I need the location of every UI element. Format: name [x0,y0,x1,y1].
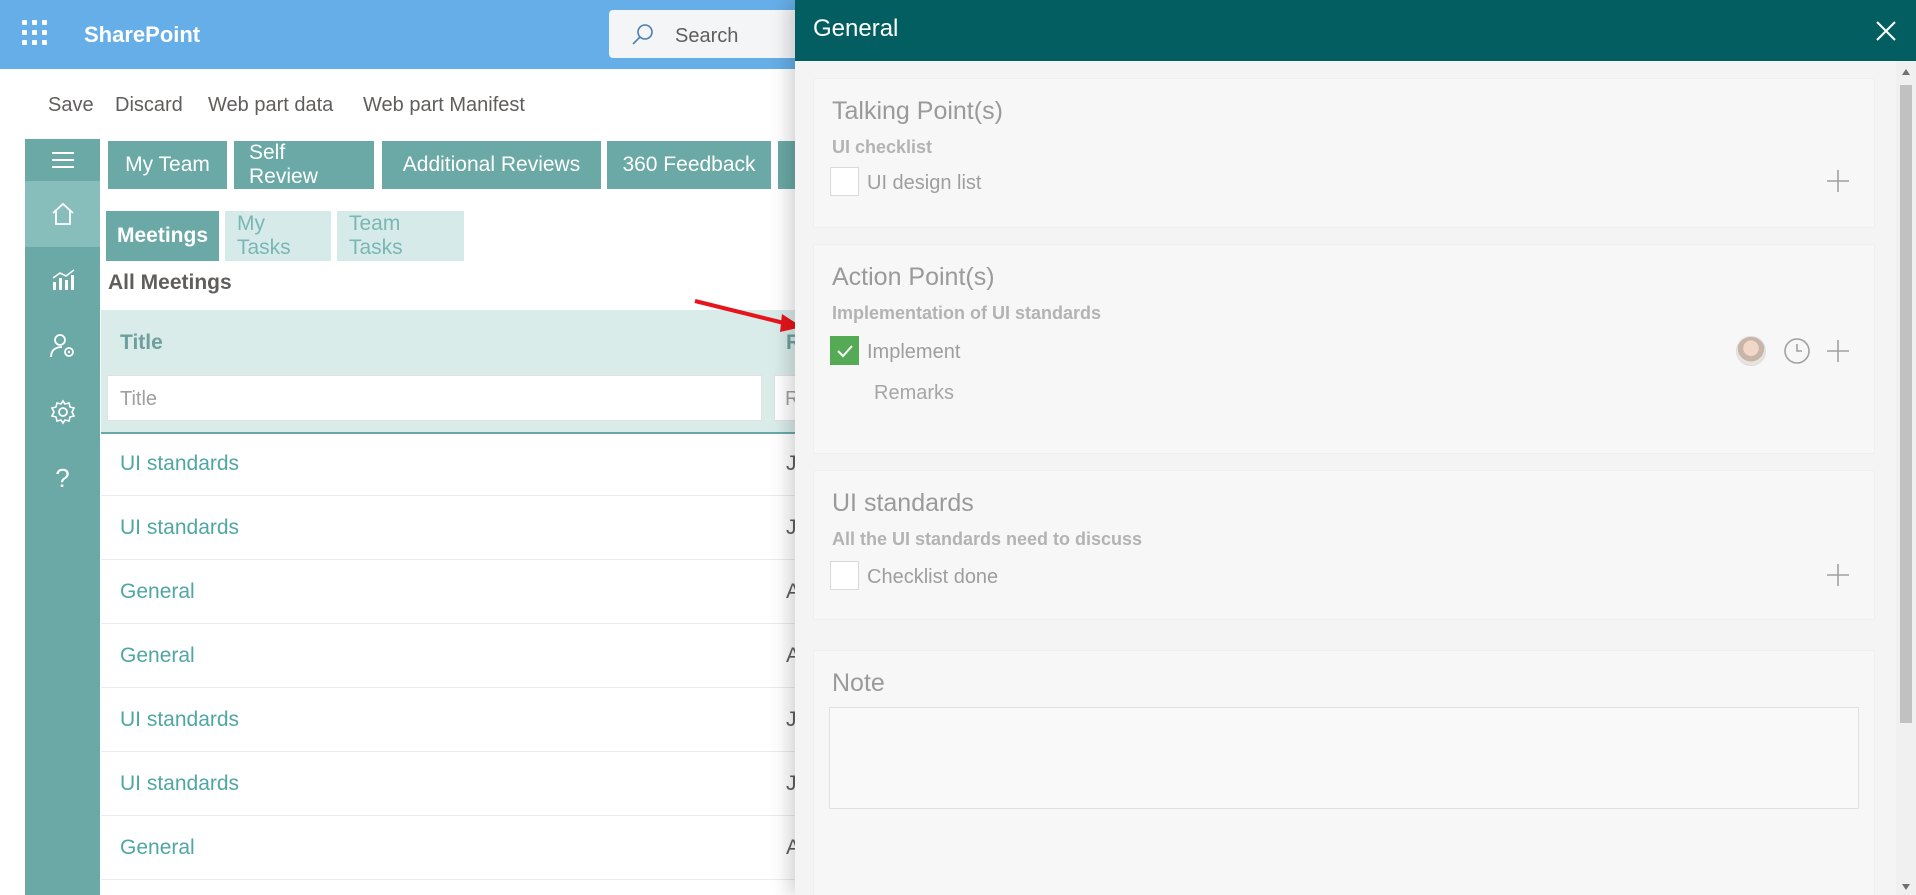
rail-item-user-settings[interactable] [25,313,100,379]
row-title-link[interactable]: UI standards [120,516,239,540]
talking-points-card: Talking Point(s) UI checklist UI design … [813,78,1875,228]
left-nav-rail: ? [25,139,100,895]
note-card: Note [813,650,1875,895]
meeting-detail-panel: General Talking Point(s) UI checklist UI… [795,0,1916,895]
discard-button[interactable]: Discard [115,94,183,117]
checklist-label: Checklist done [867,566,999,588]
tab-my-team[interactable]: My Team [108,141,227,189]
home-icon [51,202,74,225]
chart-icon [52,269,74,290]
title-filter-input[interactable]: Title [107,375,762,421]
tab-additional-reviews[interactable]: Additional Reviews [382,141,601,189]
tab-self-review[interactable]: Self Review [234,141,374,189]
table-row[interactable]: General A [101,560,800,624]
checkmark-icon [836,344,853,357]
row-title-link[interactable]: General [120,644,195,668]
note-textarea[interactable] [829,707,1859,809]
waffle-icon[interactable] [22,20,48,46]
section-title: UI standards [832,489,974,517]
tab-team-tasks[interactable]: Team Tasks [337,211,464,261]
filter-row: Title R [101,374,814,434]
row-title-link[interactable]: UI standards [120,708,239,732]
rail-item-reports[interactable] [25,247,100,313]
checklist-checkbox[interactable] [830,167,859,196]
clock-icon[interactable] [1782,336,1812,366]
rail-item-help[interactable]: ? [25,445,100,511]
panel-scrollbar[interactable] [1896,61,1916,895]
gear-icon [50,399,75,425]
table-row[interactable]: General A [101,816,800,880]
tab-meetings[interactable]: Meetings [106,211,219,261]
add-icon[interactable] [1825,338,1851,364]
table-row[interactable]: UI standards Ju [101,752,808,816]
note-title: Note [832,669,885,697]
scroll-down-icon[interactable] [1901,883,1911,891]
save-button[interactable]: Save [48,94,94,117]
webpart-data-button[interactable]: Web part data [208,94,333,117]
user-settings-icon [49,334,74,358]
edit-command-bar: Save Discard Web part data Web part Mani… [0,69,800,139]
action-points-card: Action Point(s) Implementation of UI sta… [813,244,1875,454]
scroll-up-icon[interactable] [1901,68,1911,76]
section-title: Talking Point(s) [832,97,1003,125]
table-row[interactable]: UI standards Ju [101,432,808,496]
checklist-label: UI design list [867,172,982,194]
ui-standards-card: UI standards All the UI standards need t… [813,470,1875,620]
rail-item-settings[interactable] [25,379,100,445]
tab-360-feedback[interactable]: 360 Feedback [607,141,771,189]
scrollbar-thumb[interactable] [1900,85,1912,723]
annotation-arrow [694,299,802,332]
close-icon[interactable] [1873,18,1899,44]
row-title-link[interactable]: General [120,836,195,860]
table-row[interactable]: General A [101,624,800,688]
assignee-avatar[interactable] [1736,336,1766,366]
remarks-field[interactable]: Remarks [874,382,954,405]
panel-header: General [795,0,1916,61]
panel-title: General [813,15,899,42]
column-title[interactable]: Title [120,331,163,355]
table-row[interactable]: UI standards Ju [101,688,808,752]
add-icon[interactable] [1825,562,1851,588]
section-subtitle: UI checklist [832,137,933,157]
section-subtitle: All the UI standards need to discuss [832,529,1143,549]
menu-icon [51,152,74,168]
row-title-link[interactable]: UI standards [120,452,239,476]
search-icon [632,24,653,45]
checklist-checkbox[interactable] [830,561,859,590]
table-row[interactable]: UI standards Ju [101,496,808,560]
checklist-label: Implement [867,341,961,363]
section-title: Action Point(s) [832,263,995,291]
help-icon: ? [55,462,70,493]
add-icon[interactable] [1825,168,1851,194]
search-placeholder: Search [675,25,739,47]
section-subtitle: Implementation of UI standards [832,303,1102,323]
list-heading: All Meetings [108,271,232,294]
checklist-checkbox-checked[interactable] [830,336,859,365]
row-title-link[interactable]: UI standards [120,772,239,796]
brand-title[interactable]: SharePoint [84,22,200,48]
menu-button[interactable] [25,139,100,181]
tab-my-tasks[interactable]: My Tasks [225,211,331,261]
search-box[interactable]: Search [609,10,809,58]
webpart-manifest-button[interactable]: Web part Manifest [363,94,525,117]
rail-item-home[interactable] [25,181,100,247]
row-title-link[interactable]: General [120,580,195,604]
